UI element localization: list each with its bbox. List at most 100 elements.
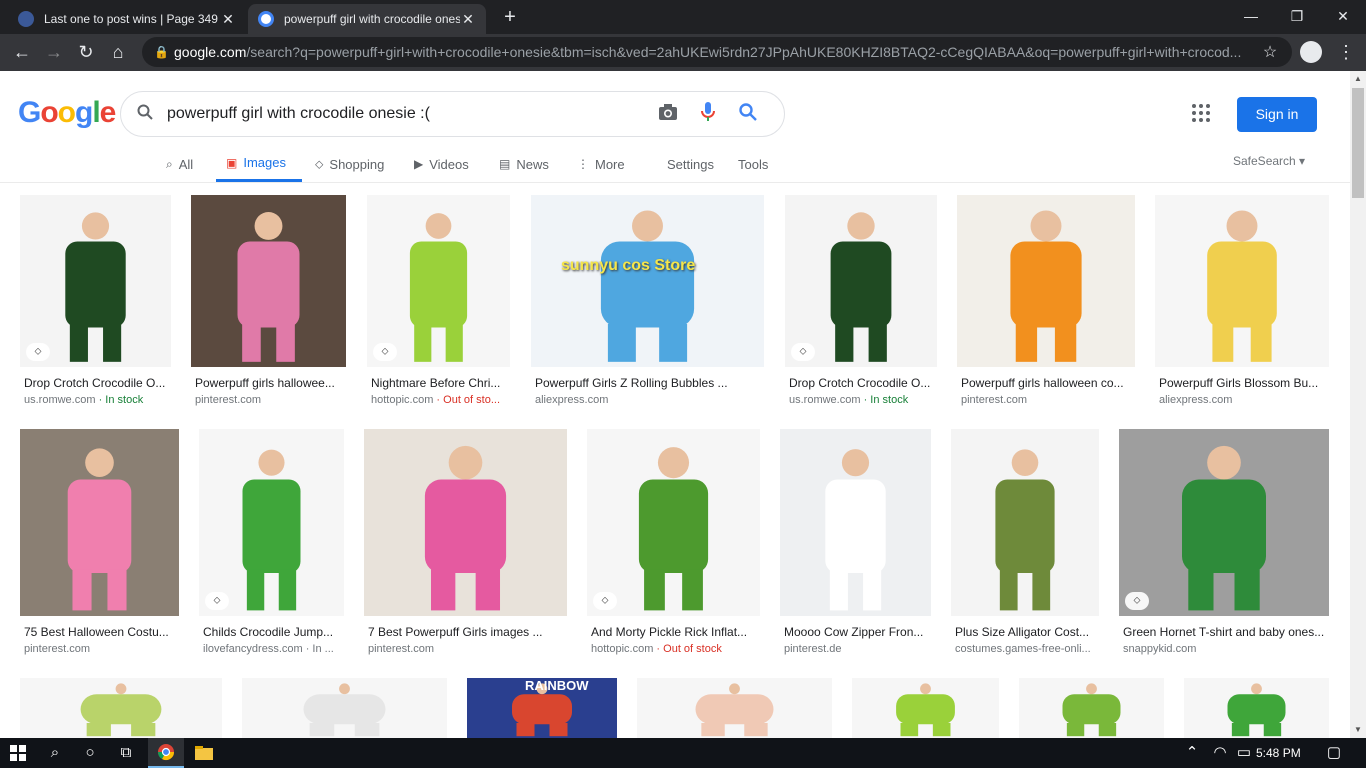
home-icon[interactable]: ⌂	[104, 38, 132, 66]
close-window-button[interactable]: ✕	[1320, 4, 1366, 28]
source-domain: us.romwe.com	[789, 394, 861, 406]
result-title[interactable]: Moooo Cow Zipper Fron...	[784, 625, 931, 639]
result-source[interactable]: pinterest.com	[961, 394, 1135, 406]
search-icon[interactable]: ⌕	[37, 738, 73, 768]
restore-button[interactable]: ❐	[1274, 4, 1320, 28]
result-thumbnail[interactable]: ⬦	[367, 195, 510, 367]
result-title[interactable]: Powerpuff Girls Blossom Bu...	[1159, 376, 1329, 390]
camera-icon[interactable]	[648, 103, 688, 126]
clock[interactable]: 5:48 PM	[1256, 738, 1301, 768]
result-thumbnail[interactable]	[951, 429, 1099, 616]
browser-tab-active[interactable]: powerpuff girl with crocodile onesie ✕	[248, 4, 486, 34]
result-thumbnail[interactable]	[20, 678, 222, 738]
result-title[interactable]: Powerpuff girls hallowee...	[195, 376, 346, 390]
microphone-icon[interactable]	[688, 101, 728, 127]
result-thumbnail[interactable]: ⬦	[20, 195, 171, 367]
result-thumbnail[interactable]: ⬦	[785, 195, 937, 367]
profile-avatar-icon[interactable]	[1300, 41, 1322, 63]
windows-start-icon[interactable]	[0, 738, 36, 768]
address-bar[interactable]: 🔒 google.com /search?q=powerpuff+girl+wi…	[142, 37, 1292, 67]
result-thumbnail[interactable]	[1155, 195, 1329, 367]
forward-arrow-icon[interactable]: →	[40, 38, 68, 66]
tab-all[interactable]: ⌕ All	[166, 146, 193, 182]
result-thumbnail[interactable]: sunnyu cos Store	[531, 195, 764, 367]
source-domain: costumes.games-free-onli...	[955, 643, 1091, 655]
result-source[interactable]: hottopic.com · Out of stock	[591, 643, 760, 655]
tab-videos[interactable]: ▶ Videos	[414, 146, 469, 182]
tab-shopping[interactable]: ⬦ Shopping	[315, 146, 384, 182]
result-title[interactable]: Green Hornet T-shirt and baby ones...	[1123, 625, 1329, 639]
tab-images[interactable]: ▣ Images	[216, 146, 302, 182]
settings-link[interactable]: Settings	[667, 146, 714, 182]
cortana-icon[interactable]: ○	[72, 738, 108, 768]
notifications-icon[interactable]: ▢	[1316, 738, 1352, 768]
result-thumbnail[interactable]	[852, 678, 999, 738]
minimize-button[interactable]: —	[1228, 4, 1274, 28]
result-thumbnail[interactable]: ⬦	[1119, 429, 1329, 616]
result-thumbnail[interactable]: ⬦	[587, 429, 760, 616]
costume-figure	[409, 213, 468, 362]
result-source[interactable]: aliexpress.com	[1159, 394, 1329, 406]
file-explorer-icon[interactable]	[186, 738, 222, 768]
result-title[interactable]: Nightmare Before Chri...	[371, 376, 510, 390]
scrollbar-thumb[interactable]	[1352, 88, 1364, 198]
result-source[interactable]: pinterest.com	[24, 643, 179, 655]
result-title[interactable]: Plus Size Alligator Cost...	[955, 625, 1099, 639]
search-box[interactable]: powerpuff girl with crocodile onesie :(	[120, 91, 785, 137]
result-thumbnail[interactable]	[1184, 678, 1329, 738]
reload-icon[interactable]: ↻	[72, 38, 100, 66]
result-title[interactable]: Drop Crotch Crocodile O...	[789, 376, 937, 390]
result-thumbnail[interactable]	[191, 195, 346, 367]
bookmark-star-icon[interactable]: ☆	[1260, 42, 1280, 62]
result-title[interactable]: Powerpuff Girls Z Rolling Bubbles ...	[535, 376, 764, 390]
result-title[interactable]: And Morty Pickle Rick Inflat...	[591, 625, 760, 639]
image-icon: ▣	[226, 155, 238, 170]
close-tab-icon[interactable]: ✕	[460, 11, 476, 28]
back-arrow-icon[interactable]: ←	[8, 38, 36, 66]
scroll-up-icon[interactable]: ▲	[1350, 71, 1366, 87]
result-title[interactable]: Drop Crotch Crocodile O...	[24, 376, 171, 390]
result-thumbnail[interactable]	[780, 429, 931, 616]
result-source[interactable]: pinterest.com	[368, 643, 567, 655]
task-view-icon[interactable]: ⧉	[108, 738, 144, 768]
result-title[interactable]: Powerpuff girls halloween co...	[961, 376, 1135, 390]
result-thumbnail[interactable]	[1019, 678, 1164, 738]
result-source[interactable]: pinterest.com	[195, 394, 346, 406]
result-thumbnail[interactable]: ⬦	[199, 429, 344, 616]
google-logo[interactable]: Google	[18, 96, 116, 130]
source-domain: pinterest.com	[961, 394, 1028, 406]
result-title[interactable]: 7 Best Powerpuff Girls images ...	[368, 625, 567, 639]
result-title[interactable]: 75 Best Halloween Costu...	[24, 625, 179, 639]
costume-figure	[1227, 683, 1286, 737]
costume-figure	[1207, 210, 1277, 362]
result-thumbnail[interactable]	[20, 429, 179, 616]
browser-tab[interactable]: Last one to post wins | Page 349 ✕	[8, 4, 246, 34]
sign-in-button[interactable]: Sign in	[1237, 97, 1317, 132]
chrome-taskbar-icon[interactable]	[148, 738, 184, 768]
result-source[interactable]: snappykid.com	[1123, 643, 1329, 655]
search-input[interactable]: powerpuff girl with crocodile onesie :(	[167, 105, 648, 123]
result-source[interactable]: aliexpress.com	[535, 394, 764, 406]
result-thumbnail[interactable]	[364, 429, 567, 616]
result-thumbnail[interactable]	[637, 678, 832, 738]
new-tab-button[interactable]: +	[498, 6, 522, 30]
tools-link[interactable]: Tools	[738, 146, 768, 182]
result-thumbnail[interactable]	[242, 678, 447, 738]
scroll-down-icon[interactable]: ▼	[1350, 722, 1366, 738]
safesearch-toggle[interactable]: SafeSearch ▾	[1233, 154, 1305, 168]
search-submit-icon[interactable]	[728, 102, 768, 126]
result-thumbnail[interactable]: RAINBOW	[467, 678, 617, 738]
google-apps-icon[interactable]	[1192, 104, 1216, 128]
result-source[interactable]: hottopic.com · Out of sto...	[371, 394, 510, 406]
result-source[interactable]: costumes.games-free-onli...	[955, 643, 1099, 655]
result-source[interactable]: pinterest.de	[784, 643, 931, 655]
result-title[interactable]: Childs Crocodile Jump...	[203, 625, 344, 639]
tab-news[interactable]: ▤ News	[499, 146, 549, 182]
close-tab-icon[interactable]: ✕	[220, 11, 236, 28]
result-source[interactable]: ilovefancydress.com · In ...	[203, 643, 344, 655]
result-thumbnail[interactable]	[957, 195, 1135, 367]
result-source[interactable]: us.romwe.com · In stock	[24, 394, 171, 406]
kebab-menu-icon[interactable]: ⋮	[1334, 38, 1358, 66]
tab-more[interactable]: ⋮ More	[577, 146, 625, 182]
result-source[interactable]: us.romwe.com · In stock	[789, 394, 937, 406]
